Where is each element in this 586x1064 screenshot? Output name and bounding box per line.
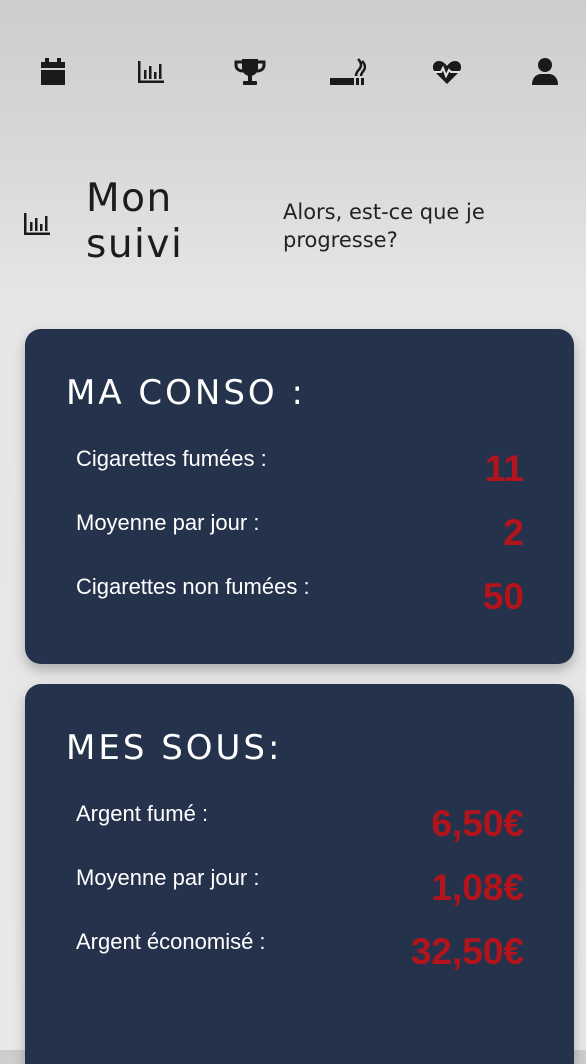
user-icon: [532, 58, 558, 85]
header-bar-chart-icon: [24, 213, 52, 237]
nav-stats-button[interactable]: [131, 52, 171, 92]
stat-value: 11: [484, 448, 524, 489]
stat-value: 6,50€: [431, 803, 524, 844]
stat-value: 32,50€: [410, 931, 524, 972]
page-subtitle: Alors, est-ce que je progresse?: [283, 200, 485, 252]
money-card-title: MES SOUS:: [66, 728, 283, 768]
nav-profile-button[interactable]: [525, 52, 565, 92]
stat-row-daily-average: Moyenne par jour : 2: [76, 510, 524, 553]
nav-health-button[interactable]: [427, 52, 467, 92]
bar-chart-icon: [138, 61, 164, 83]
stat-value: 1,08€: [431, 867, 524, 908]
trophy-icon: [234, 59, 266, 85]
stat-row-cigarettes-smoked: Cigarettes fumées : 11: [76, 446, 524, 489]
bar-chart-icon: [24, 213, 50, 235]
nav-cigarette-button[interactable]: [328, 52, 368, 92]
stat-row-cigarettes-not-smoked: Cigarettes non fumées : 50: [76, 574, 524, 617]
stat-row-money-saved: Argent économisé : 32,50€: [76, 929, 524, 972]
nav-calendar-button[interactable]: [33, 52, 73, 92]
stat-row-money-daily-average: Moyenne par jour : 1,08€: [76, 865, 524, 908]
page-title: Mon suivi: [86, 176, 184, 267]
money-card: MES SOUS: Argent fumé : 6,50€ Moyenne pa…: [25, 684, 574, 1064]
top-navigation: [0, 52, 586, 96]
consumption-card: MA CONSO : Cigarettes fumées : 11 Moyenn…: [25, 329, 574, 664]
stat-label: Moyenne par jour :: [76, 865, 260, 890]
nav-trophy-button[interactable]: [230, 52, 270, 92]
stat-label: Cigarettes non fumées :: [76, 574, 310, 599]
calendar-icon: [41, 58, 65, 85]
stat-value: 2: [503, 512, 524, 553]
stat-row-money-smoked: Argent fumé : 6,50€: [76, 801, 524, 844]
cigarette-icon: [330, 58, 366, 85]
stat-value: 50: [482, 576, 524, 617]
stat-label: Moyenne par jour :: [76, 510, 260, 535]
stat-label: Argent fumé :: [76, 801, 209, 826]
heartbeat-icon: [432, 61, 462, 84]
stat-label: Cigarettes fumées :: [76, 446, 267, 471]
stat-label: Argent économisé :: [76, 929, 266, 954]
consumption-card-title: MA CONSO :: [66, 373, 306, 413]
